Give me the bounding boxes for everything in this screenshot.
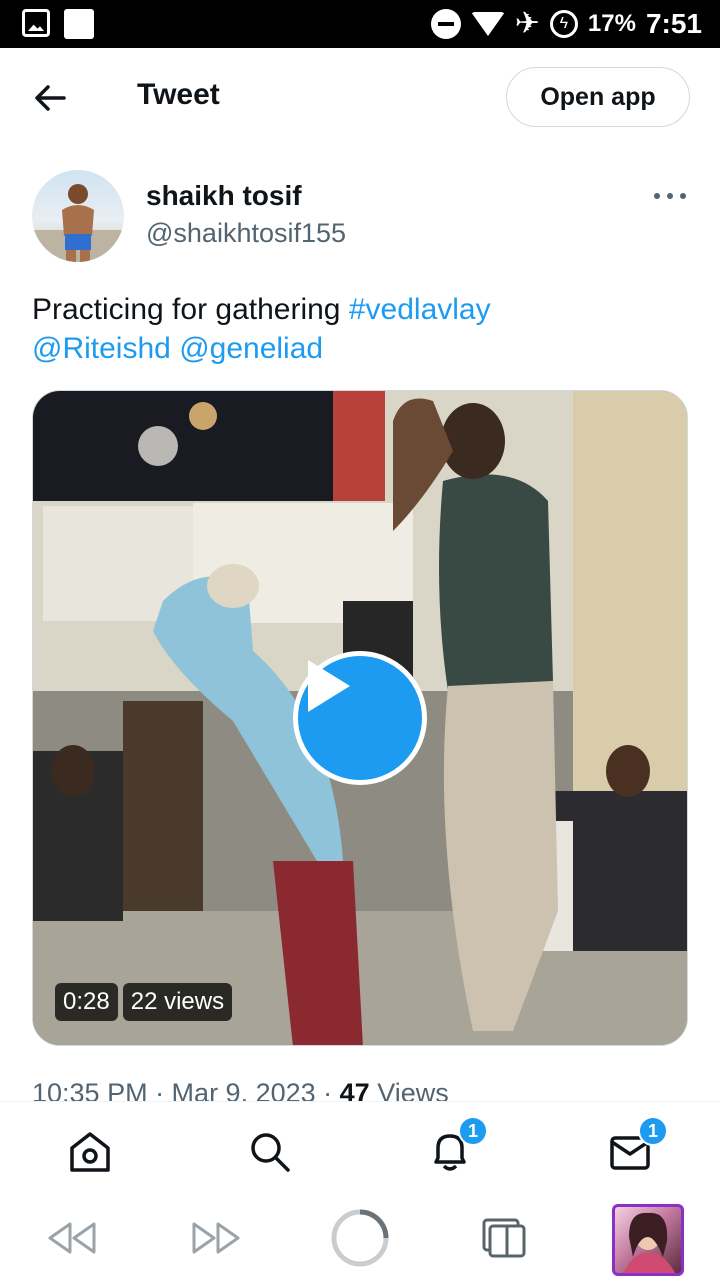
more-dot-icon: [654, 193, 660, 199]
video-views: 22 views: [122, 983, 233, 1021]
back-button[interactable]: [30, 78, 70, 118]
fast-forward-button[interactable]: [188, 1208, 244, 1268]
app-notification-icon: [64, 9, 94, 39]
tabs-icon: [482, 1218, 526, 1258]
more-options-button[interactable]: [654, 188, 686, 204]
refresh-button[interactable]: [328, 1208, 392, 1268]
open-app-button[interactable]: Open app: [506, 67, 690, 127]
browser-toolbar: [0, 1196, 720, 1280]
author-handle[interactable]: @shaikhtosif155: [146, 218, 346, 249]
clock: 7:51: [645, 8, 702, 39]
home-icon: [70, 1132, 110, 1172]
video-player[interactable]: 0:28 22 views: [32, 390, 688, 1046]
profile-photo: [623, 1212, 675, 1273]
wifi-icon: [470, 12, 505, 36]
tweet-text: Practicing for gathering #vedlavlay @Rit…: [32, 290, 692, 368]
hashtag-link[interactable]: #vedlavlay: [349, 293, 491, 326]
bottom-nav: 1 1: [0, 1101, 720, 1196]
do-not-disturb-icon: [430, 9, 461, 39]
notifications-badge: 1: [458, 1116, 488, 1146]
battery-charging-icon: ϟ: [549, 10, 578, 38]
search-icon: [251, 1133, 290, 1172]
arrow-left-icon: [35, 85, 66, 111]
tweet-text-plain: Practicing for gathering: [32, 293, 349, 326]
video-duration: 0:28: [55, 983, 118, 1021]
page-title: Tweet: [137, 78, 220, 111]
tabs-button[interactable]: [478, 1208, 530, 1268]
rewind-icon: [48, 1222, 96, 1254]
nav-messages[interactable]: 1: [608, 1116, 668, 1174]
profile-thumbnail[interactable]: [612, 1204, 684, 1276]
play-icon: [308, 660, 350, 712]
play-button[interactable]: [293, 651, 427, 785]
author-name[interactable]: shaikh tosif: [146, 180, 302, 212]
mention-link-riteishd[interactable]: @Riteishd: [32, 332, 171, 365]
more-dot-icon: [667, 193, 673, 199]
avatar-photo: [32, 184, 124, 262]
avatar[interactable]: [32, 170, 124, 262]
top-bar: Tweet Open app: [0, 48, 720, 146]
battery-percent: 17%: [587, 10, 636, 37]
loading-ring-icon: [331, 1209, 389, 1267]
more-dot-icon: [680, 193, 686, 199]
gallery-notification-icon: [22, 9, 50, 37]
rewind-button[interactable]: [44, 1208, 100, 1268]
fast-forward-icon: [192, 1222, 240, 1254]
airplane-mode-icon: ✈: [514, 7, 540, 40]
status-bar: ✈ ϟ 17% 7:51: [0, 0, 720, 48]
nav-search[interactable]: [248, 1130, 292, 1174]
messages-badge: 1: [638, 1116, 668, 1146]
nav-home[interactable]: [68, 1130, 112, 1174]
video-meta: 0:28 22 views: [55, 983, 233, 1021]
mention-link-geneliad[interactable]: @geneliad: [179, 332, 323, 365]
nav-notifications[interactable]: 1: [428, 1116, 488, 1174]
